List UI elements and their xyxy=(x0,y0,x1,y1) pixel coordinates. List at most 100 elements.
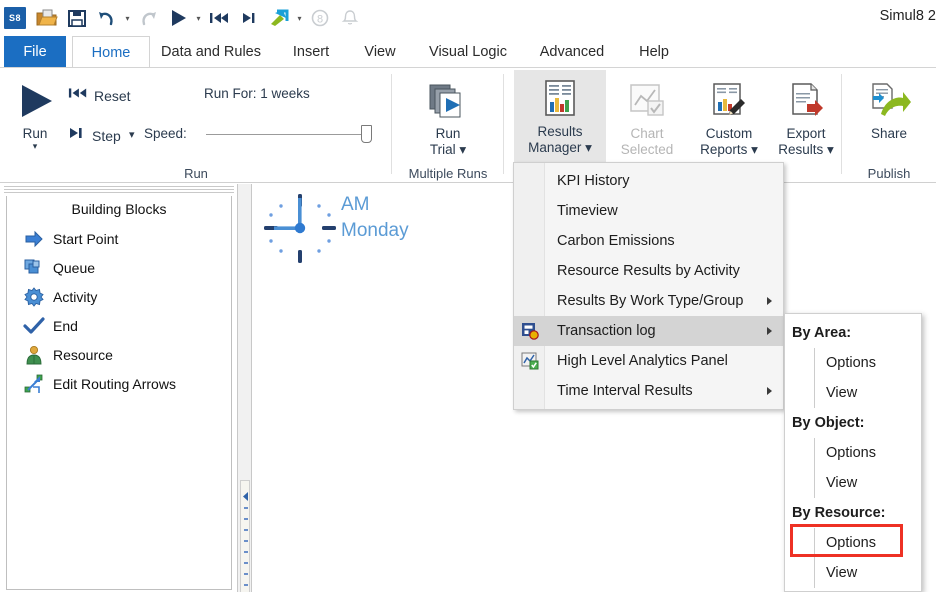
alerts-icon[interactable] xyxy=(335,4,365,32)
submenu-arrow-icon xyxy=(767,297,772,305)
analytics-panel-icon xyxy=(520,351,540,371)
tab-data-and-rules[interactable]: Data and Rules xyxy=(152,36,270,68)
menu-item-label: Carbon Emissions xyxy=(557,233,675,249)
splitter-grip-dots xyxy=(243,507,249,592)
submenu-item-by-resource-view[interactable]: View xyxy=(785,558,921,588)
undo-icon[interactable] xyxy=(92,4,122,32)
ribbon-group-run: Run ▾ Reset xyxy=(0,68,392,183)
step-icon[interactable] xyxy=(234,4,264,32)
building-blocks-panel: Building Blocks Start Point xyxy=(0,184,238,592)
submenu-header-by-resource: By Resource: xyxy=(785,498,921,528)
run-trial-label-1: Run xyxy=(436,126,461,142)
results-manager-icon xyxy=(539,74,581,124)
run-triangle-icon xyxy=(12,76,58,126)
menu-item-label: Transaction log xyxy=(557,323,656,339)
undo-dropdown-caret[interactable]: ▾ xyxy=(122,4,133,32)
panel-drag-grip[interactable] xyxy=(4,186,234,193)
submenu-header-by-object: By Object: xyxy=(785,408,921,438)
menu-item-high-level-analytics-panel[interactable]: High Level Analytics Panel xyxy=(514,346,783,376)
splitter-handle[interactable] xyxy=(240,480,250,592)
simul8-application-window: S8 ▾ xyxy=(0,0,936,592)
export-results-button[interactable]: Export Results ▾ xyxy=(770,72,842,158)
save-icon[interactable] xyxy=(62,4,92,32)
sidebar-item-label: End xyxy=(53,318,78,334)
run-for-label[interactable]: Run For: 1 weeks xyxy=(204,86,310,101)
ribbon-divider xyxy=(0,182,936,183)
panel-splitter[interactable] xyxy=(238,184,252,592)
speed-label: Speed: xyxy=(144,126,187,141)
reset-label: Reset xyxy=(94,88,131,104)
simulation-clock-readout: AM Monday xyxy=(341,192,409,244)
submenu-item-by-object-view[interactable]: View xyxy=(785,468,921,498)
submenu-header-by-area: By Area: xyxy=(785,318,921,348)
quick-edit-icon[interactable] xyxy=(264,4,294,32)
sidebar-item-label: Queue xyxy=(53,260,95,276)
run-trial-icon xyxy=(426,76,470,126)
simulation-clock-icon xyxy=(258,190,342,266)
export-results-icon xyxy=(785,76,827,126)
share-button[interactable]: Share xyxy=(854,72,924,142)
reset-icon[interactable] xyxy=(204,4,234,32)
custom-reports-icon xyxy=(708,76,750,126)
tab-help[interactable]: Help xyxy=(626,36,682,68)
transaction-log-submenu: By Area: Options View By Object: Options… xyxy=(784,313,922,592)
tab-home[interactable]: Home xyxy=(72,36,150,68)
menu-item-carbon-emissions[interactable]: Carbon Emissions xyxy=(514,226,783,256)
menu-item-label: Timeview xyxy=(557,203,618,219)
tab-view[interactable]: View xyxy=(352,36,408,68)
results-manager-button[interactable]: Results Manager ▾ xyxy=(514,70,606,164)
sidebar-item-queue[interactable]: Queue xyxy=(7,253,231,282)
menu-item-timeview[interactable]: Timeview xyxy=(514,196,783,226)
tab-visual-logic[interactable]: Visual Logic xyxy=(418,36,518,68)
reset-button[interactable]: Reset xyxy=(68,86,131,105)
share-icon xyxy=(867,76,911,126)
sidebar-item-end[interactable]: End xyxy=(7,311,231,340)
sidebar-item-activity[interactable]: Activity xyxy=(7,282,231,311)
building-blocks-list: Start Point Queue xyxy=(7,224,231,398)
step-button[interactable]: Step xyxy=(68,126,121,145)
results-manager-label-1: Results xyxy=(537,124,582,140)
ribbon-tabstrip: File Home Data and Rules Insert View Vis… xyxy=(0,36,936,68)
speed-slider-thumb[interactable] xyxy=(361,125,372,143)
run-icon[interactable] xyxy=(163,4,193,32)
run-trial-button[interactable]: Run Trial ▾ xyxy=(406,72,490,158)
sidebar-item-label: Activity xyxy=(53,289,97,305)
submenu-item-by-area-view[interactable]: View xyxy=(785,378,921,408)
menu-item-transaction-log[interactable]: Transaction log xyxy=(514,316,783,346)
results-manager-label-2: Manager ▾ xyxy=(528,140,592,156)
tab-advanced[interactable]: Advanced xyxy=(528,36,616,68)
run-button-label: Run xyxy=(23,126,48,142)
chart-selected-icon xyxy=(626,76,668,126)
custom-reports-button[interactable]: Custom Reports ▾ xyxy=(690,72,768,158)
collapse-panel-arrow-icon[interactable] xyxy=(242,491,250,501)
sidebar-item-edit-routing-arrows[interactable]: Edit Routing Arrows xyxy=(7,369,231,398)
quick-access-toolbar: S8 ▾ xyxy=(4,3,365,33)
step-dropdown-caret[interactable]: ▾ xyxy=(129,128,135,141)
svg-text:8: 8 xyxy=(317,14,323,26)
quick-edit-caret[interactable]: ▾ xyxy=(294,4,305,32)
menu-item-label: KPI History xyxy=(557,173,630,189)
submenu-item-by-resource-options[interactable]: Options xyxy=(785,528,921,558)
building-blocks-title: Building Blocks xyxy=(7,195,231,223)
sidebar-item-start-point[interactable]: Start Point xyxy=(7,224,231,253)
run-dropdown-caret[interactable]: ▾ xyxy=(193,4,204,32)
activity-icon xyxy=(15,287,53,307)
submenu-item-by-area-options[interactable]: Options xyxy=(785,348,921,378)
custom-reports-label-1: Custom xyxy=(706,126,753,142)
speed-slider-track[interactable] xyxy=(206,134,372,135)
menu-item-results-by-work-type-group[interactable]: Results By Work Type/Group xyxy=(514,286,783,316)
tab-insert[interactable]: Insert xyxy=(280,36,342,68)
submenu-item-by-object-options[interactable]: Options xyxy=(785,438,921,468)
menu-item-resource-results-by-activity[interactable]: Resource Results by Activity xyxy=(514,256,783,286)
menu-item-kpi-history[interactable]: KPI History xyxy=(514,166,783,196)
run-dropdown-caret-ribbon[interactable]: ▾ xyxy=(33,142,38,150)
ribbon-group-multiple-runs: Run Trial ▾ Multiple Runs xyxy=(392,68,504,183)
run-button[interactable]: Run ▾ xyxy=(8,72,62,150)
menu-item-time-interval-results[interactable]: Time Interval Results xyxy=(514,376,783,406)
menu-item-label: Results By Work Type/Group xyxy=(557,293,743,309)
ribbon-panel: Run ▾ Reset xyxy=(0,68,936,183)
sidebar-item-resource[interactable]: Resource xyxy=(7,340,231,369)
app-logo-icon[interactable]: S8 xyxy=(4,7,26,29)
open-icon[interactable] xyxy=(32,4,62,32)
tab-file[interactable]: File xyxy=(4,36,66,68)
